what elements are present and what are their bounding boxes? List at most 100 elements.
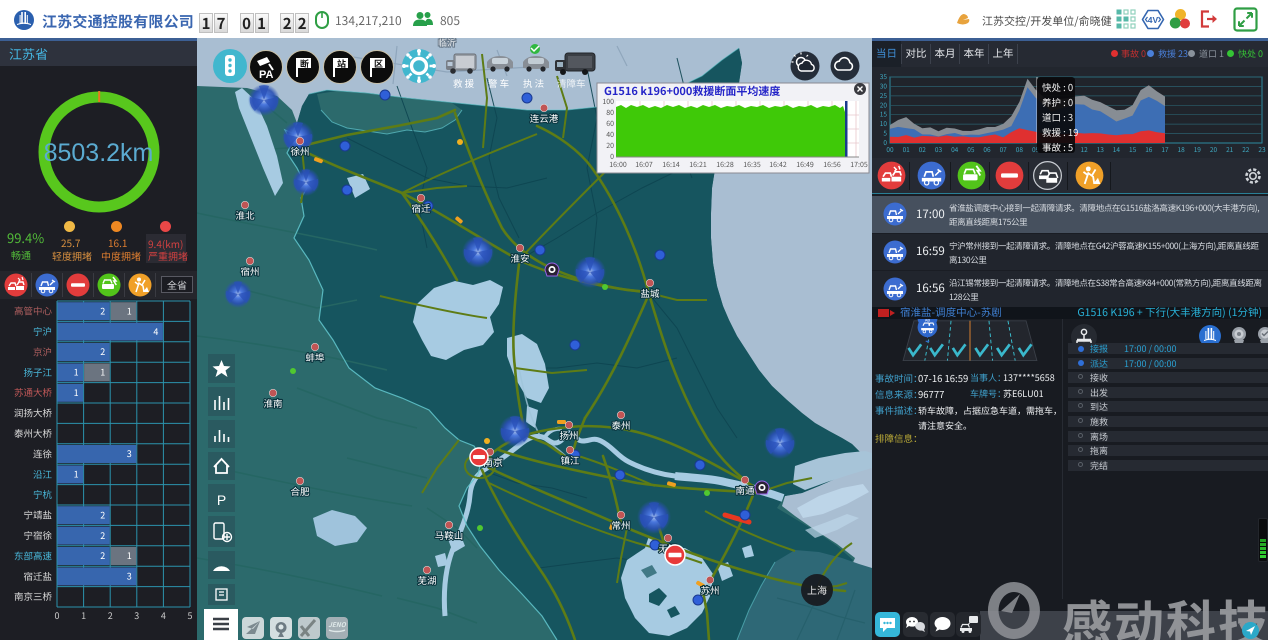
svg-text:16:28: 16:28 — [716, 160, 734, 170]
svg-text:连徐: 连徐 — [33, 446, 53, 460]
svg-text:1: 1 — [81, 609, 86, 622]
svg-text:宿迁: 宿迁 — [411, 201, 431, 215]
svg-text:泰州大桥: 泰州大桥 — [14, 426, 53, 440]
svg-text:19: 19 — [1194, 144, 1202, 154]
svg-text:断: 断 — [300, 57, 309, 70]
svg-text:淮南: 淮南 — [263, 396, 282, 410]
svg-text:南通: 南通 — [735, 483, 755, 497]
svg-text:沿江: 沿江 — [33, 467, 53, 481]
svg-text:5: 5 — [188, 609, 193, 622]
svg-text:养护 : 0: 养护 : 0 — [1042, 95, 1073, 109]
svg-text:3: 3 — [134, 609, 139, 622]
svg-text:2: 2 — [100, 508, 105, 521]
svg-text:临沂: 临沂 — [438, 38, 456, 49]
svg-text:宁沪: 宁沪 — [33, 324, 52, 338]
svg-text:高管中心: 高管中心 — [14, 304, 53, 318]
svg-text:16:07: 16:07 — [635, 160, 653, 170]
svg-text:芜湖: 芜湖 — [417, 573, 436, 587]
svg-text:京沪: 京沪 — [33, 344, 52, 358]
svg-text:东部高速: 东部高速 — [14, 548, 53, 562]
svg-text:01: 01 — [903, 144, 911, 154]
svg-text:25: 25 — [880, 90, 888, 100]
svg-text:4V: 4V — [1148, 15, 1159, 25]
svg-text:盐城: 盐城 — [640, 286, 660, 300]
svg-text:扬子江: 扬子江 — [23, 365, 52, 379]
svg-text:80: 80 — [606, 108, 614, 118]
svg-text:泰州: 泰州 — [611, 418, 630, 432]
svg-text:4: 4 — [153, 325, 158, 338]
svg-text:P: P — [217, 492, 226, 508]
svg-text:救 援: 救 援 — [453, 76, 475, 90]
svg-text:16: 16 — [1145, 144, 1153, 154]
svg-text:15: 15 — [880, 109, 888, 119]
svg-text:马鞍山: 马鞍山 — [435, 528, 464, 542]
svg-text:15: 15 — [1129, 144, 1137, 154]
svg-text:救援 : 19: 救援 : 19 — [1042, 125, 1078, 139]
svg-text:2: 2 — [100, 345, 105, 358]
svg-text:18: 18 — [1177, 144, 1185, 154]
svg-text:上海: 上海 — [807, 582, 827, 597]
svg-text:3: 3 — [127, 447, 132, 460]
svg-text:区: 区 — [374, 57, 383, 70]
svg-text:4: 4 — [161, 609, 166, 622]
svg-text:10: 10 — [880, 118, 888, 128]
svg-text:常州: 常州 — [611, 518, 630, 532]
svg-text:1: 1 — [127, 549, 132, 562]
svg-text:40: 40 — [606, 130, 614, 140]
svg-text:蚌埠: 蚌埠 — [305, 350, 325, 364]
svg-text:1: 1 — [127, 304, 132, 317]
svg-text:00: 00 — [886, 144, 894, 154]
svg-text:G1516 k196+000救援断面平均速度: G1516 k196+000救援断面平均速度 — [604, 83, 780, 99]
svg-text:16:56: 16:56 — [823, 160, 841, 170]
svg-text:23: 23 — [1258, 144, 1266, 154]
svg-text:20: 20 — [606, 141, 614, 151]
svg-text:100: 100 — [602, 97, 614, 107]
svg-text:执 法: 执 法 — [523, 76, 544, 90]
svg-text:16:42: 16:42 — [769, 160, 787, 170]
svg-text:快处 : 0: 快处 : 0 — [1042, 80, 1073, 94]
svg-text:事故 : 5: 事故 : 5 — [1042, 140, 1073, 154]
svg-text:站: 站 — [337, 57, 346, 70]
svg-text:35: 35 — [880, 71, 888, 81]
svg-text:21: 21 — [1226, 144, 1234, 154]
svg-text:镇江: 镇江 — [560, 453, 580, 467]
svg-text:宁杭: 宁杭 — [33, 487, 53, 501]
svg-text:苏通大桥: 苏通大桥 — [14, 385, 53, 399]
svg-text:08: 08 — [1016, 144, 1024, 154]
svg-text:16:35: 16:35 — [743, 160, 761, 170]
svg-text:宿迁盐: 宿迁盐 — [23, 569, 52, 583]
svg-text:06: 06 — [983, 144, 991, 154]
svg-text:AB: AB — [925, 319, 930, 324]
svg-text:5: 5 — [883, 128, 887, 138]
svg-text:苏州: 苏州 — [700, 583, 719, 597]
svg-text:22: 22 — [1242, 144, 1250, 154]
svg-text:宿州: 宿州 — [240, 264, 259, 278]
svg-text:南京三桥: 南京三桥 — [14, 589, 53, 603]
svg-text:PA: PA — [259, 69, 274, 81]
svg-text:16:21: 16:21 — [689, 160, 707, 170]
svg-text:17: 17 — [1161, 144, 1169, 154]
svg-text:宁宿徐: 宁宿徐 — [23, 528, 52, 542]
svg-text:1: 1 — [100, 366, 105, 379]
svg-text:淮安: 淮安 — [510, 251, 529, 265]
svg-text:JENO: JENO — [328, 619, 347, 629]
svg-text:1: 1 — [74, 468, 79, 481]
svg-text:12: 12 — [1080, 144, 1088, 154]
svg-text:04: 04 — [951, 144, 959, 154]
svg-text:2: 2 — [100, 304, 105, 317]
svg-text:14: 14 — [1113, 144, 1121, 154]
svg-text:16:00: 16:00 — [609, 160, 627, 170]
svg-text:淮北: 淮北 — [235, 208, 255, 222]
svg-text:润扬大桥: 润扬大桥 — [14, 406, 53, 420]
svg-text:宁靖盐: 宁靖盐 — [23, 508, 52, 522]
svg-text:扬州: 扬州 — [559, 428, 578, 442]
svg-text:13: 13 — [1097, 144, 1105, 154]
svg-text:0: 0 — [55, 609, 60, 622]
svg-text:02: 02 — [919, 144, 927, 154]
svg-text:30: 30 — [880, 80, 888, 90]
svg-text:徐州: 徐州 — [290, 144, 309, 158]
svg-text:清障车: 清障车 — [557, 76, 586, 90]
svg-text:16:14: 16:14 — [662, 160, 680, 170]
svg-text:1: 1 — [74, 386, 79, 399]
svg-text:道口 : 3: 道口 : 3 — [1042, 110, 1073, 124]
